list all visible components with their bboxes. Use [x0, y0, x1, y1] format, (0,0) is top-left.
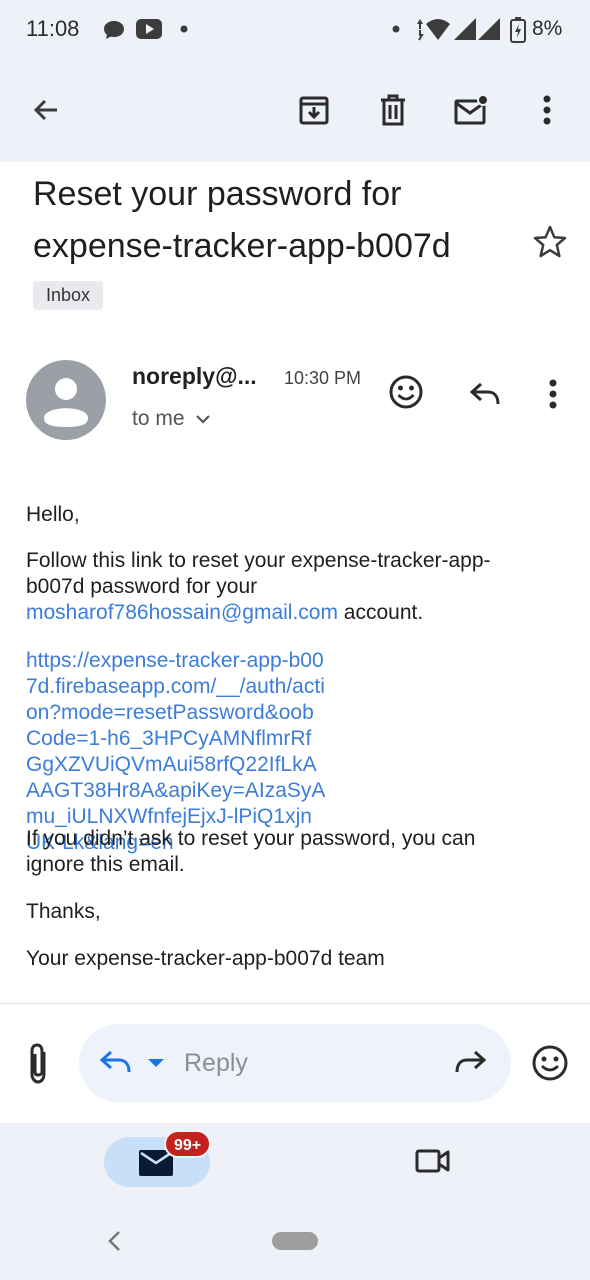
forward-icon[interactable] [453, 1048, 487, 1076]
action-bar [0, 72, 590, 148]
reply-button[interactable] [463, 372, 507, 416]
recipient-toggle[interactable]: to me [132, 407, 211, 431]
unread-count-badge: 99+ [164, 1130, 212, 1158]
arrow-left-icon [33, 99, 57, 121]
battery-percent: 8% [532, 17, 563, 40]
sender-name[interactable]: noreply@... [132, 363, 257, 390]
dot-icon [392, 25, 400, 33]
message-more-button[interactable] [531, 372, 575, 416]
body-paragraph-1: Follow this link to reset your expense-t… [26, 548, 526, 626]
recipient-text: to me [132, 407, 185, 430]
youtube-icon [136, 19, 162, 39]
sender-avatar[interactable] [26, 360, 106, 440]
caret-down-icon[interactable] [147, 1058, 165, 1068]
body-line1: Follow this link to reset your expense-t… [26, 549, 491, 598]
inbox-label[interactable]: Inbox [33, 281, 104, 310]
trash-icon [381, 94, 405, 126]
signal-icon [454, 18, 500, 40]
person-icon [44, 378, 88, 427]
battery-charging-icon [510, 17, 526, 43]
video-camera-icon[interactable] [415, 1147, 451, 1175]
dot-icon [180, 25, 188, 33]
star-icon[interactable] [532, 224, 568, 260]
archive-icon [299, 96, 329, 125]
signature-text: Your expense-tracker-app-b007d team [26, 947, 385, 970]
status-bar: 11:08 8% [0, 0, 590, 60]
body-line1-end: account. [337, 601, 424, 624]
emoji-icon [389, 375, 423, 409]
divider [0, 1003, 590, 1004]
more-vert-icon [549, 379, 557, 409]
home-indicator[interactable] [272, 1232, 318, 1250]
reply-icon[interactable] [99, 1048, 133, 1076]
reply-placeholder[interactable]: Reply [184, 1049, 248, 1078]
status-time: 11:08 [26, 16, 80, 41]
chevron-down-icon [195, 415, 210, 424]
reset-password-link[interactable]: https://expense-tracker-app-b007d.fireba… [26, 648, 326, 856]
chat-bubble-icon [104, 21, 124, 39]
archive-button[interactable] [290, 86, 338, 134]
reply-field[interactable]: Reply [79, 1024, 511, 1102]
back-button[interactable] [22, 86, 70, 134]
more-vert-icon [543, 95, 551, 125]
greeting: Hello, [26, 503, 80, 526]
bottom-navigation: 99+ [0, 1123, 590, 1280]
attach-icon[interactable] [20, 1042, 60, 1086]
reply-icon [469, 382, 500, 405]
add-reaction-button[interactable] [384, 370, 428, 414]
email-subject: Reset your password for expense-tracker-… [33, 175, 451, 265]
delete-button[interactable] [369, 86, 417, 134]
thanks-text: Thanks, [26, 900, 101, 923]
more-options-button[interactable] [523, 86, 571, 134]
wifi-icon [417, 19, 450, 41]
system-back-icon[interactable] [104, 1227, 124, 1255]
emoji-icon[interactable] [530, 1043, 570, 1083]
mail-unread-icon [454, 94, 489, 125]
ignore-paragraph: If you didn’t ask to reset your password… [26, 827, 476, 876]
email-address-link[interactable]: mosharof786hossain@gmail.com [26, 601, 338, 624]
mark-unread-button[interactable] [447, 86, 495, 134]
email-time: 10:30 PM [284, 368, 362, 388]
